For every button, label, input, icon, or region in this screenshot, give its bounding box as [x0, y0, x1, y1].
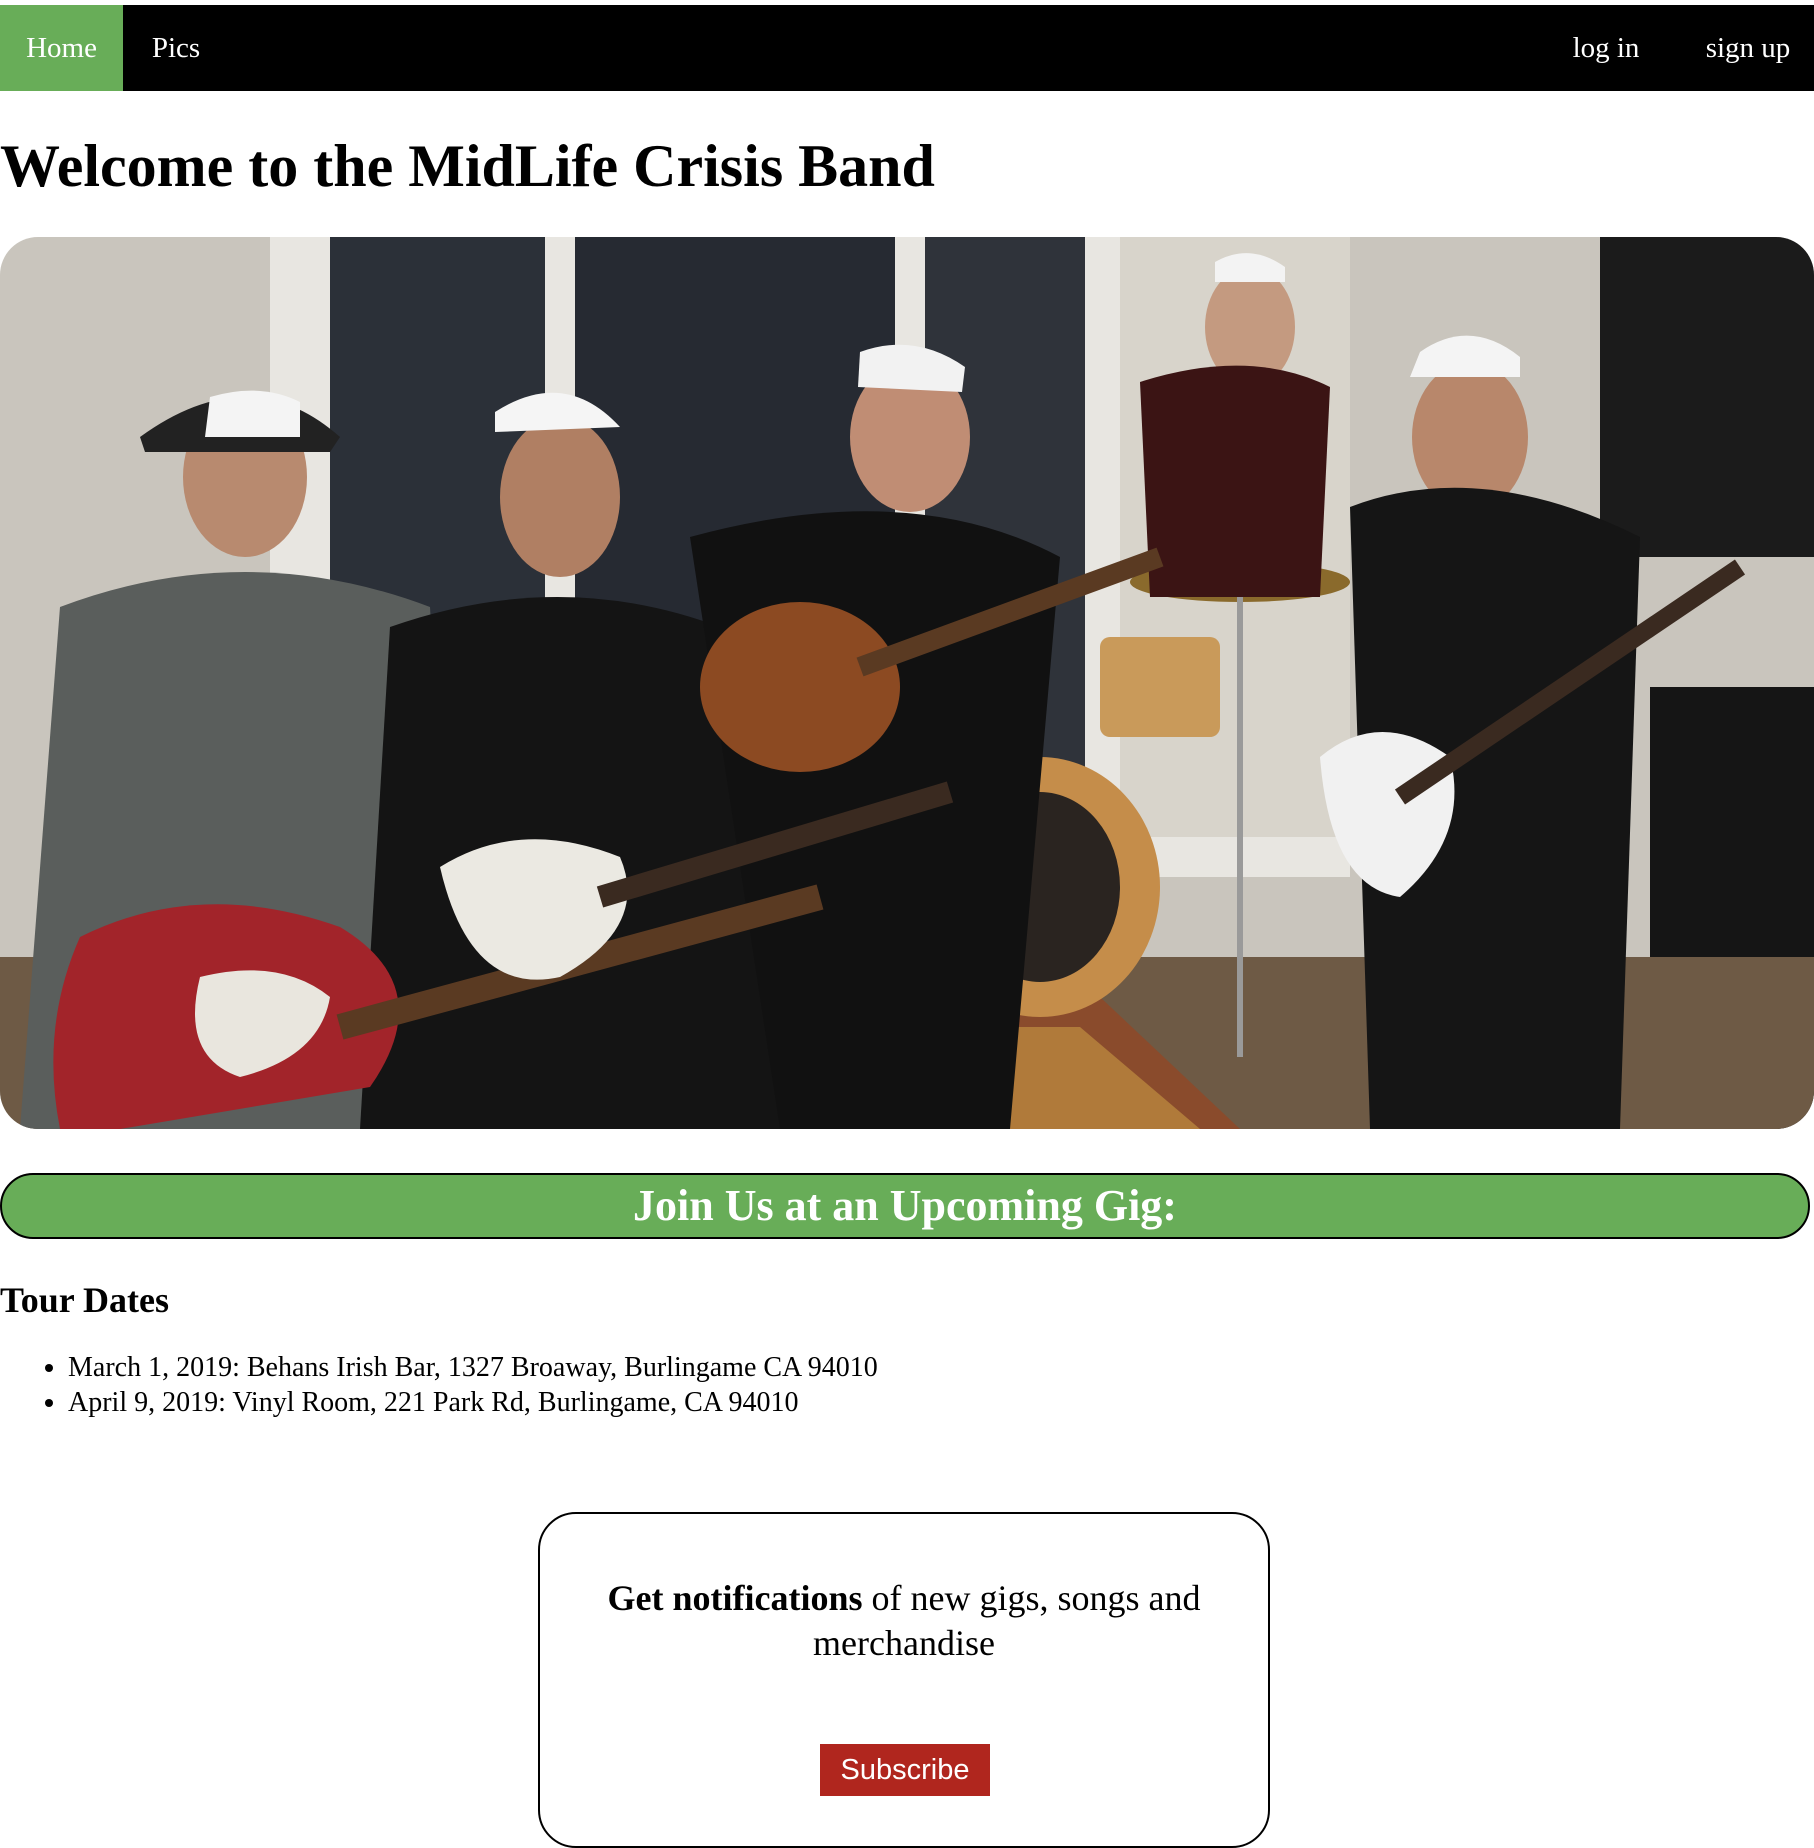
nav-pics-link[interactable]: Pics: [123, 5, 229, 91]
top-navbar: Home Pics log in sign up: [0, 5, 1814, 91]
notifications-rest-text: of new gigs, songs and merchandise: [813, 1578, 1201, 1663]
notifications-bold-text: Get notifications: [607, 1578, 863, 1618]
nav-signup-link[interactable]: sign up: [1688, 5, 1808, 91]
nav-home-link[interactable]: Home: [0, 5, 123, 91]
tour-date-item: April 9, 2019: Vinyl Room, 221 Park Rd, …: [68, 1385, 878, 1420]
tour-dates-list: March 1, 2019: Behans Irish Bar, 1327 Br…: [0, 1350, 878, 1420]
notifications-signup-box: Get notifications of new gigs, songs and…: [538, 1512, 1270, 1848]
nav-login-link[interactable]: log in: [1547, 5, 1665, 91]
page-title: Welcome to the MidLife Crisis Band: [0, 133, 935, 199]
tour-dates-heading: Tour Dates: [0, 1280, 170, 1320]
subscribe-button[interactable]: Subscribe: [820, 1744, 990, 1796]
upcoming-gig-banner: Join Us at an Upcoming Gig:: [0, 1173, 1810, 1239]
notifications-text: Get notifications of new gigs, songs and…: [590, 1576, 1218, 1666]
band-photo: [0, 237, 1814, 1129]
tour-date-item: March 1, 2019: Behans Irish Bar, 1327 Br…: [68, 1350, 878, 1385]
upcoming-gig-title: Join Us at an Upcoming Gig:: [633, 1181, 1177, 1230]
